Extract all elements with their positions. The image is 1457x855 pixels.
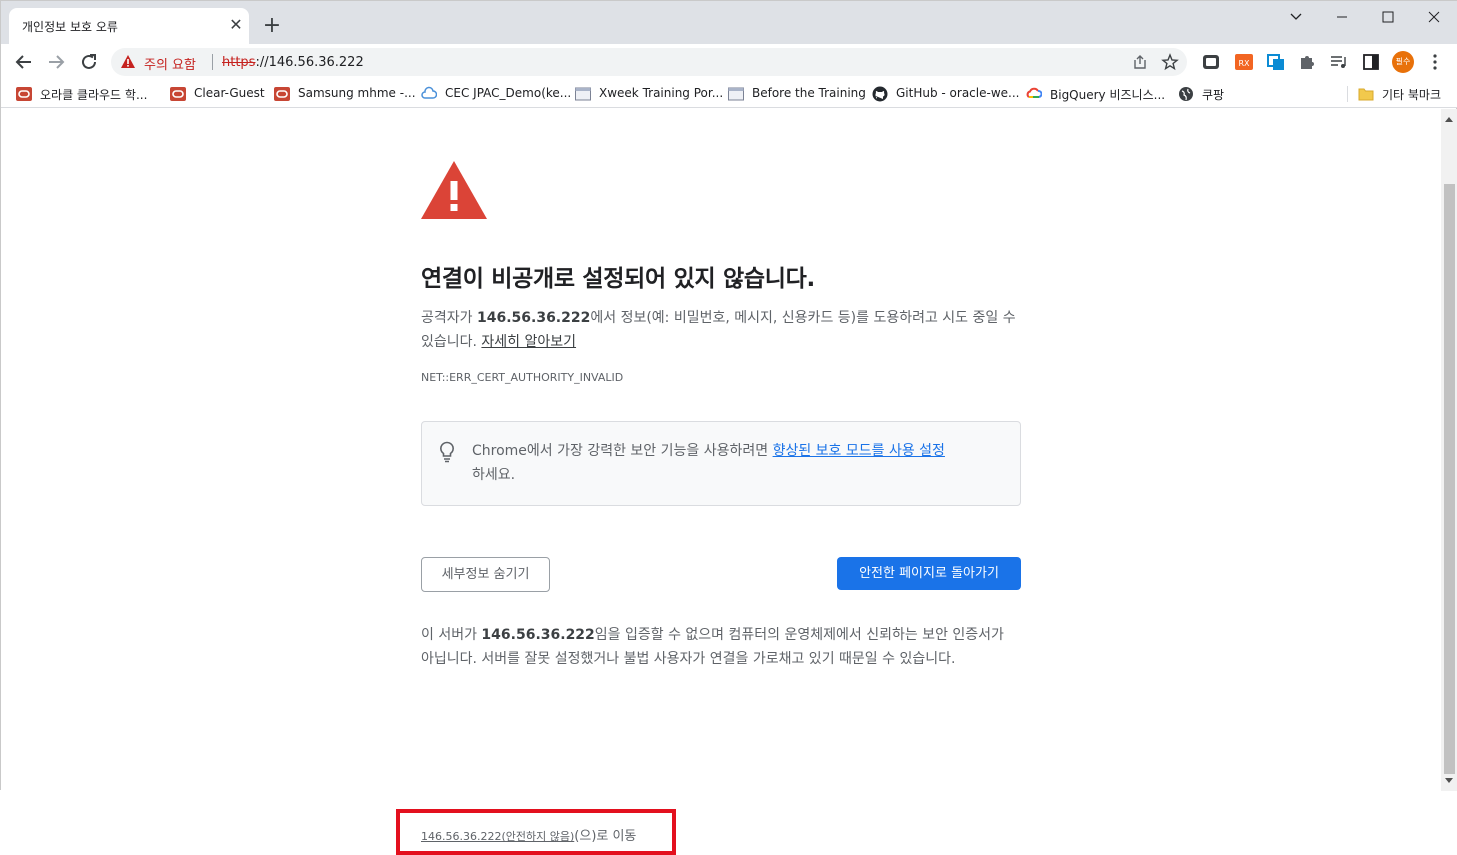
- enhanced-protection-text: Chrome에서 가장 강력한 보안 기능을 사용하려면 향상된 보호 모드를 …: [472, 439, 1012, 487]
- forward-arrow-icon[interactable]: [45, 51, 67, 73]
- host-name: 146.56.36.222: [476, 310, 591, 326]
- bookmark-label: BigQuery 비즈니스...: [1050, 88, 1166, 102]
- warning-triangle-icon[interactable]: [120, 54, 136, 70]
- proceed-link-host[interactable]: 146.56.36.222(안전하지 않음): [421, 830, 574, 843]
- bookmarks-bar: 오라클 클라우드 학... Clear-Guest Samsung mhme -…: [1, 80, 1457, 108]
- message-text: 이 서버가: [421, 627, 482, 643]
- side-panel-icon[interactable]: [1361, 52, 1381, 72]
- bookmark-label: 기타 북마크: [1382, 88, 1442, 102]
- svg-text:RX: RX: [1238, 59, 1250, 68]
- page-icon: [575, 87, 591, 101]
- more-menu-icon[interactable]: [1428, 52, 1442, 72]
- proceed-link-suffix: (으)로 이동: [574, 829, 637, 844]
- tab-title: 개인정보 보호 오류: [22, 20, 118, 34]
- warning-triangle-icon: [421, 161, 487, 219]
- hide-details-button[interactable]: 세부정보 숨기기: [421, 557, 550, 592]
- bookmark-label: 쿠팡: [1202, 88, 1225, 102]
- bookmarks-divider: [1347, 86, 1348, 102]
- url-text[interactable]: https://146.56.36.222: [222, 55, 364, 70]
- url-scheme: https: [222, 55, 256, 70]
- window-close-icon[interactable]: [1423, 7, 1445, 27]
- extension-mask-icon[interactable]: [1201, 52, 1221, 72]
- main-message: 공격자가 146.56.36.222에서 정보(예: 비밀번호, 메시지, 신용…: [421, 306, 1021, 354]
- security-status-text[interactable]: 주의 요함: [144, 54, 196, 73]
- scroll-down-arrow-icon[interactable]: [1445, 778, 1453, 783]
- bookmark-label: Xweek Training Por...: [599, 86, 724, 100]
- vertical-scrollbar[interactable]: [1441, 109, 1457, 791]
- message-text: 하세요.: [472, 467, 516, 483]
- github-icon: [872, 86, 888, 102]
- reload-icon[interactable]: [78, 51, 100, 73]
- page-content: 연결이 비공개로 설정되어 있지 않습니다. 공격자가 146.56.36.22…: [1, 109, 1441, 855]
- message-text: 공격자가: [421, 310, 477, 326]
- host-name: 146.56.36.222: [481, 627, 595, 643]
- extension-rx-icon[interactable]: RX: [1234, 52, 1254, 72]
- details-message: 이 서버가 146.56.36.222임을 입증할 수 없으며 컴퓨터의 운영체…: [421, 623, 1021, 671]
- scrollbar-thumb[interactable]: [1444, 184, 1455, 774]
- enhanced-protection-link[interactable]: 향상된 보호 모드를 사용 설정: [773, 443, 945, 459]
- globe-icon: [1179, 87, 1193, 101]
- toolbar: 주의 요함 https://146.56.36.222 RX 필수: [1, 44, 1457, 80]
- tab-close-icon[interactable]: ✕: [227, 16, 245, 34]
- page-title: 연결이 비공개로 설정되어 있지 않습니다.: [421, 266, 815, 292]
- message-text: Chrome에서 가장 강력한 보안 기능을 사용하려면: [472, 443, 773, 459]
- cloud-icon: [421, 86, 437, 99]
- media-queue-icon[interactable]: [1328, 52, 1348, 72]
- extensions-puzzle-icon[interactable]: [1297, 52, 1317, 72]
- back-to-safety-button[interactable]: 안전한 페이지로 돌아가기: [837, 557, 1021, 590]
- maximize-icon[interactable]: [1377, 7, 1399, 27]
- tab-strip: 개인정보 보호 오류 ✕ +: [1, 1, 1457, 44]
- bookmark-label: Before the Training: [752, 86, 866, 100]
- bookmark-label: CEC JPAC_Demo(ke...: [445, 86, 572, 100]
- lightbulb-icon: [440, 441, 454, 463]
- error-code: NET::ERR_CERT_AUTHORITY_INVALID: [421, 371, 624, 384]
- folder-icon: [1358, 88, 1374, 101]
- bookmark-star-icon[interactable]: [1161, 53, 1179, 71]
- bookmark-label: Clear-Guest: [194, 86, 265, 100]
- tab-search-chevron-icon[interactable]: [1285, 7, 1307, 27]
- tab-privacy-error[interactable]: 개인정보 보호 오류 ✕: [9, 8, 249, 44]
- address-bar[interactable]: 주의 요함 https://146.56.36.222: [111, 48, 1187, 76]
- bookmark-label: 오라클 클라우드 학...: [40, 88, 148, 102]
- scroll-up-arrow-icon[interactable]: [1445, 117, 1453, 122]
- page-icon: [728, 87, 744, 101]
- minimize-icon[interactable]: [1331, 7, 1353, 27]
- google-cloud-icon: [1026, 87, 1042, 98]
- enhanced-protection-box: Chrome에서 가장 강력한 보안 기능을 사용하려면 향상된 보호 모드를 …: [421, 421, 1021, 506]
- profile-avatar[interactable]: 필수: [1392, 51, 1414, 73]
- omnibox-divider: [212, 54, 213, 70]
- bookmark-label: Samsung mhme -...: [298, 86, 416, 100]
- back-arrow-icon[interactable]: [13, 51, 35, 73]
- proceed-unsafe-link[interactable]: 146.56.36.222(안전하지 않음)(으)로 이동: [421, 825, 636, 844]
- oracle-icon: [170, 87, 186, 101]
- browser-window: 개인정보 보호 오류 ✕ + 주의 요함 https://146.56.36.2…: [0, 0, 1457, 855]
- oracle-icon: [274, 87, 290, 101]
- bookmark-label: GitHub - oracle-we...: [896, 86, 1020, 100]
- share-icon[interactable]: [1132, 54, 1148, 70]
- oracle-icon: [16, 87, 32, 101]
- new-tab-button[interactable]: +: [261, 15, 283, 37]
- extension-sync-icon[interactable]: [1266, 52, 1286, 72]
- learn-more-link[interactable]: 자세히 알아보기: [481, 334, 576, 350]
- url-host: ://146.56.36.222: [255, 55, 364, 70]
